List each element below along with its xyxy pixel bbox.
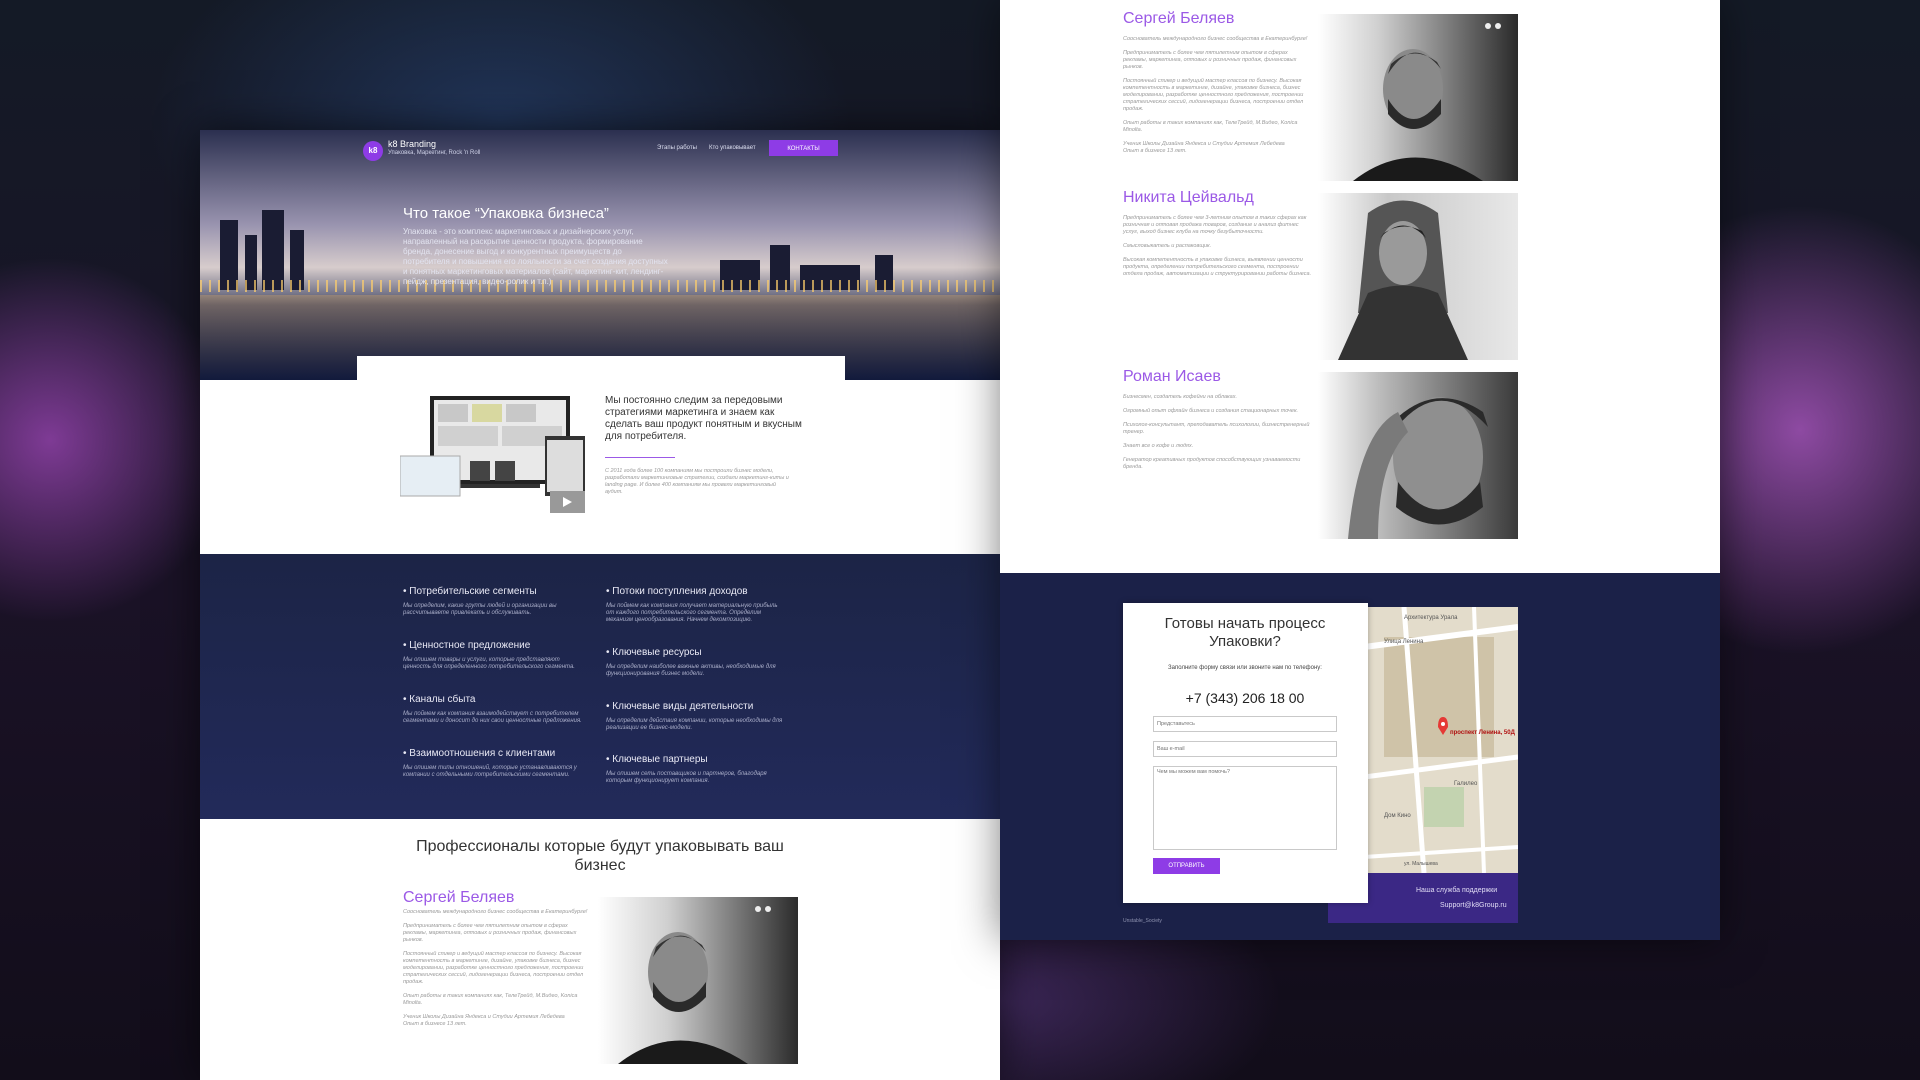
contacts-button[interactable]: КОНТАКТЫ [769, 140, 838, 156]
brand-logo-icon[interactable]: k8 [363, 141, 383, 161]
canvas-item-desc: Мы опишем товары и услуги, которые предс… [403, 657, 575, 670]
map-label: Архитектура Урала [1404, 615, 1458, 621]
map-label: Галилео [1454, 781, 1478, 787]
canvas-item-desc: Мы поймем как компания взаимодействует с… [403, 711, 582, 724]
landing-page-main: k8 k8 Branding Упаковка, Маркетинг, Rock… [200, 130, 1000, 1080]
brand-name: k8 Branding [388, 139, 437, 149]
devices-mockup-image [400, 396, 585, 513]
footer-credit: Unstable_Society [1123, 918, 1162, 924]
support-email-link[interactable]: Support@k8Group.ru [1440, 902, 1507, 909]
canvas-item-desc: Мы определим наиболее важные активы, нео… [606, 664, 776, 677]
member-photo [598, 897, 798, 1064]
submit-button[interactable]: ОТПРАВИТЬ [1153, 858, 1220, 874]
canvas-item-title: • Потоки поступления доходов [606, 586, 748, 597]
canvas-item: • Ключевые виды деятельности Мы определи… [606, 701, 786, 732]
intro-title: Мы постоянно следим за передовыми страте… [605, 395, 802, 442]
team-heading: Профессионалы которые будут упаковывать … [416, 838, 784, 874]
canvas-item-title: • Взаимоотношения с клиентами [403, 748, 556, 759]
landing-page-secondary: Сергей Беляев Сооснователь международног… [1000, 0, 1720, 940]
canvas-item: • Потоки поступления доходов Мы поймем к… [606, 586, 786, 624]
member-name: Сергей Беляев [1123, 10, 1235, 27]
canvas-item-title: • Ключевые ресурсы [606, 647, 702, 658]
support-title: Наша служба поддержки [1416, 887, 1498, 894]
canvas-item-title: • Каналы сбыта [403, 694, 476, 705]
location-map[interactable]: Архитектура Урала Улица Ленина Галилео Д… [1364, 607, 1518, 873]
member-bio: Бизнесмен, создатель кофейни на облаках.… [1123, 394, 1310, 470]
skyline-building [262, 210, 284, 290]
nav-link-stages[interactable]: Этапы работы [657, 145, 697, 151]
canvas-item: • Ключевые партнеры Мы опишем сеть поста… [606, 754, 786, 785]
member-photo [1318, 193, 1518, 360]
member-name: Никита Цейвальд [1123, 189, 1254, 206]
nav-link-team[interactable]: Кто упаковывает [709, 145, 756, 151]
map-label: Дом Кино [1384, 813, 1411, 819]
member-photo [1318, 372, 1518, 539]
form-title: Готовы начать процесс Упаковки? [1164, 615, 1326, 650]
hero-description: Упаковка - это комплекс маркетинговых и … [403, 227, 668, 286]
canvas-item-title: • Ценностное предложение [403, 640, 531, 651]
canvas-item-desc: Мы определим, какие группы людей и орган… [403, 603, 557, 616]
canvas-item-title: • Ключевые виды деятельности [606, 701, 754, 712]
hero-section: k8 k8 Branding Упаковка, Маркетинг, Rock… [200, 130, 1000, 386]
member-bio: Сооснователь международного бизнес сообщ… [403, 909, 588, 1027]
canvas-item-title: • Ключевые партнеры [606, 754, 708, 765]
canvas-item: • Каналы сбыта Мы поймем как компания вз… [403, 694, 583, 725]
member-bio: Предприниматель с более чем 3-летним опы… [1123, 215, 1312, 277]
canvas-item-desc: Мы поймем как компания получает материал… [606, 603, 778, 623]
canvas-item-desc: Мы определим действия компании, которые … [606, 718, 783, 731]
member-name: Сергей Беляев [403, 889, 515, 906]
canvas-item: • Ценностное предложение Мы опишем товар… [403, 640, 583, 671]
name-field[interactable] [1153, 716, 1337, 732]
canvas-item: • Ключевые ресурсы Мы определим наиболее… [606, 647, 786, 678]
map-label: ул. Малышева [1404, 861, 1438, 867]
form-subtitle: Заполните форму связи или звоните нам по… [1168, 665, 1322, 671]
phone-number[interactable]: +7 (343) 206 18 00 [1135, 690, 1355, 706]
accent-divider [605, 457, 675, 458]
canvas-item: • Потребительские сегменты Мы определим,… [403, 586, 583, 617]
hero-title: Что такое “Упаковка бизнеса” [403, 205, 609, 222]
map-label: Улица Ленина [1384, 639, 1424, 645]
map-address-label: проспект Ленина, 50Д [1450, 730, 1516, 736]
canvas-item-desc: Мы опишем сеть поставщиков и партнеров, … [606, 771, 767, 784]
intro-section: Мы постоянно следим за передовыми страте… [200, 380, 1000, 560]
message-field[interactable] [1153, 766, 1337, 850]
intro-note: С 2011 года более 100 компаниям мы постр… [605, 468, 789, 495]
brand-tagline: Упаковка, Маркетинг, Rock 'n Roll [388, 150, 481, 156]
email-field[interactable] [1153, 741, 1337, 757]
canvas-item: • Взаимоотношения с клиентами Мы опишем … [403, 748, 583, 779]
canvas-item-title: • Потребительские сегменты [403, 586, 537, 597]
business-model-section: • Потребительские сегменты Мы определим,… [200, 554, 1000, 819]
member-name: Роман Исаев [1123, 368, 1221, 385]
member-photo [1318, 14, 1518, 181]
team-section: Профессионалы которые будут упаковывать … [200, 819, 1000, 1080]
member-bio: Сооснователь международного бизнес сообщ… [1123, 36, 1308, 154]
canvas-item-desc: Мы опишем типы отношений, которые устана… [403, 765, 577, 778]
